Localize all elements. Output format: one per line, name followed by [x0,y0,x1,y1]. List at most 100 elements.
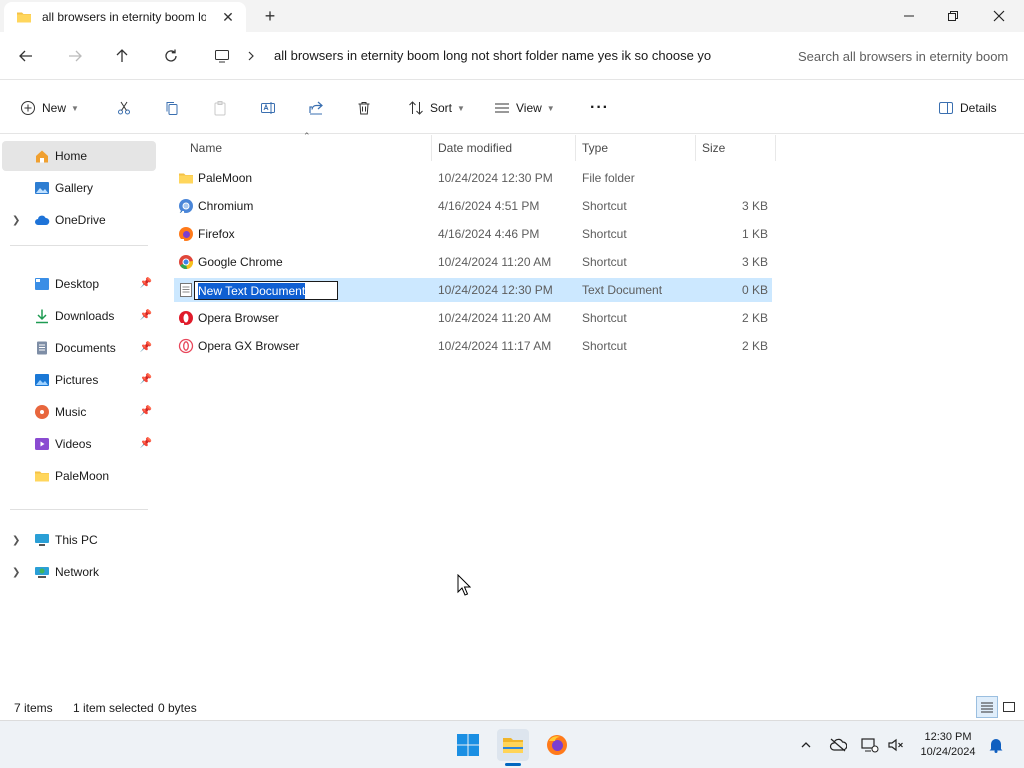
address-path[interactable]: all browsers in eternity boom long not s… [274,48,754,63]
notifications-button[interactable] [986,735,1006,755]
details-pane-button[interactable]: Details [938,95,997,121]
details-view-toggle[interactable] [976,696,998,718]
bell-icon [989,739,1003,753]
file-date: 10/24/2024 11:17 AM [438,339,552,353]
file-row-selected[interactable]: New Text Document 10/24/2024 12:30 PM Te… [174,278,772,302]
address-bar[interactable]: all browsers in eternity boom long not s… [206,40,774,72]
cut-button[interactable] [116,95,132,121]
rename-icon [261,102,275,114]
pin-icon: 📌 [139,374,152,385]
taskbar-firefox[interactable] [541,729,573,761]
onedrive-tray[interactable] [828,735,848,755]
network-tray[interactable] [860,735,880,755]
share-button[interactable] [308,95,324,121]
arrow-right-icon [69,50,82,62]
minimize-button[interactable] [886,0,932,32]
music-icon [35,405,49,419]
active-app-indicator [505,763,521,766]
sidebar-item-network[interactable]: Network [2,557,156,587]
search-input[interactable] [798,48,1008,64]
volume-tray[interactable] [886,735,906,755]
documents-icon [37,341,47,355]
tiles-view-toggle[interactable] [998,696,1020,718]
monitor-icon [215,50,229,63]
file-date: 10/24/2024 11:20 AM [438,255,552,269]
column-header-date[interactable]: Date modified [432,135,576,161]
firefox-icon [179,227,193,242]
paste-button[interactable] [212,95,228,121]
sidebar-item-pictures[interactable]: Pictures 📌 [2,365,156,395]
file-row[interactable]: PaleMoon 10/24/2024 12:30 PM File folder [174,166,772,190]
new-button[interactable]: New ▼ [20,95,79,121]
maximize-button[interactable] [930,0,976,32]
taskbar: 12:30 PM 10/24/2024 [0,720,1024,768]
copy-button[interactable] [164,95,180,121]
file-row[interactable]: Opera GX Browser 10/24/2024 11:17 AM Sho… [174,334,772,358]
sort-button[interactable]: Sort ▼ [408,95,465,121]
plus-circle-icon [21,101,35,115]
gallery-icon [35,182,49,194]
sidebar-label: Home [55,149,88,163]
start-button[interactable] [452,729,484,761]
chevron-right-icon[interactable] [246,51,256,61]
minimize-icon [904,15,914,17]
refresh-button[interactable] [159,44,183,68]
sidebar-item-gallery[interactable]: Gallery [2,173,156,203]
file-type: Text Document [582,283,663,297]
sidebar-item-documents[interactable]: Documents 📌 [2,333,156,363]
file-row[interactable]: Chromium 4/16/2024 4:51 PM Shortcut 3 KB [174,194,772,218]
home-icon [36,150,48,163]
view-list-icon [495,103,509,113]
tab-current-folder[interactable]: all browsers in eternity boom long not s… [4,2,246,32]
forward-button[interactable] [63,44,87,68]
column-header-type[interactable]: Type [576,135,696,161]
file-type: Shortcut [582,227,627,241]
file-type: Shortcut [582,199,627,213]
sidebar-item-home[interactable]: Home [2,141,156,171]
sidebar-item-videos[interactable]: Videos 📌 [2,429,156,459]
rename-button[interactable] [260,95,276,121]
sidebar-item-music[interactable]: Music 📌 [2,397,156,427]
restore-icon [948,11,958,21]
trash-icon [358,102,370,115]
file-row[interactable]: Firefox 4/16/2024 4:46 PM Shortcut 1 KB [174,222,772,246]
pin-icon: 📌 [139,310,152,321]
sidebar-item-this-pc[interactable]: This PC [2,525,156,555]
tiles-view-icon [1003,702,1015,712]
delete-button[interactable] [356,95,372,121]
file-size: 3 KB [741,255,768,269]
sidebar-item-palemoon[interactable]: PaleMoon [2,461,156,491]
sidebar-item-desktop[interactable]: Desktop 📌 [2,269,156,299]
chevron-up-icon [801,742,811,748]
file-name: Opera GX Browser [198,339,300,353]
network-status-icon [861,738,879,753]
column-header-name[interactable]: Name [184,135,432,161]
file-date: 10/24/2024 12:30 PM [438,171,553,185]
tab-close-button[interactable]: ✕ [220,9,236,25]
file-date: 10/24/2024 11:20 AM [438,311,552,325]
pin-icon: 📌 [139,406,152,417]
folder-icon [17,12,31,23]
up-button[interactable] [110,44,134,68]
pin-icon: 📌 [139,278,152,289]
new-tab-button[interactable]: + [260,6,280,26]
system-clock[interactable]: 12:30 PM 10/24/2024 [914,730,982,760]
rename-input-text: New Text Document [198,283,306,299]
close-window-button[interactable] [976,0,1022,32]
sidebar-item-onedrive[interactable]: OneDrive [2,205,156,235]
file-size: 2 KB [741,311,768,325]
taskbar-file-explorer[interactable] [497,729,529,761]
more-options-button[interactable]: ··· [590,95,609,121]
back-button[interactable] [14,44,38,68]
rename-input[interactable]: New Text Document [194,281,338,300]
search-box[interactable] [784,40,1018,72]
column-header-size[interactable]: Size [696,135,776,161]
sidebar-item-downloads[interactable]: Downloads 📌 [2,301,156,331]
file-name: Chromium [198,199,254,213]
view-button[interactable]: View ▼ [494,95,555,121]
show-hidden-icons-button[interactable] [796,735,816,755]
file-row[interactable]: Opera Browser 10/24/2024 11:20 AM Shortc… [174,306,772,330]
file-row[interactable]: Google Chrome 10/24/2024 11:20 AM Shortc… [174,250,772,274]
selection-count: 1 item selected [73,701,154,715]
refresh-icon [165,49,177,62]
